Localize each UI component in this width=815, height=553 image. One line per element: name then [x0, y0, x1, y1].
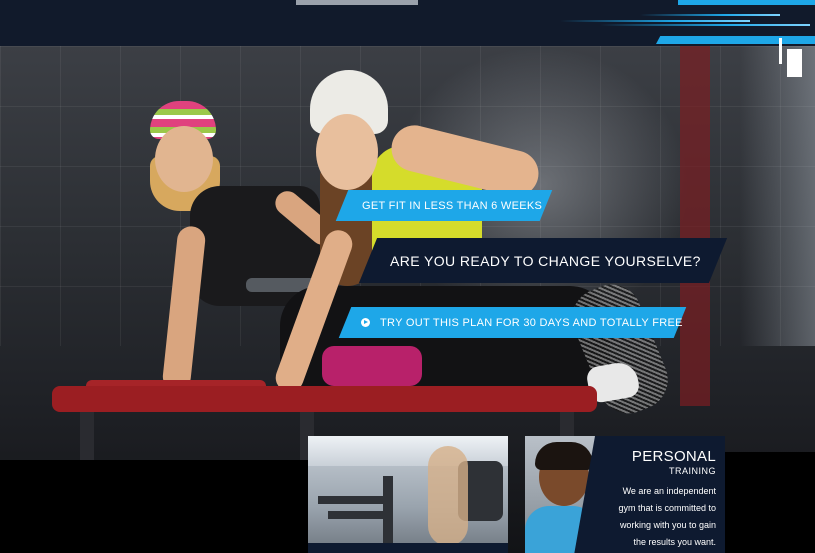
play-circle-icon [361, 318, 370, 327]
card-description-line: gym that is committed to [618, 503, 716, 513]
woman-left-leg [322, 346, 422, 386]
card-footer-bar [308, 543, 508, 553]
window-light-right [740, 46, 815, 346]
gym-machine [318, 496, 388, 504]
header-accent-stripe-lower [656, 36, 815, 44]
card-description-line: the results you want. [633, 537, 716, 547]
gym-facility-card[interactable] [308, 436, 508, 553]
slide-headline: ARE YOU READY TO CHANGE YOURSELVE? [390, 252, 701, 269]
gym-machine [383, 476, 393, 546]
card-description-line: We are an independent [622, 486, 716, 496]
slide-tagline-banner: GET FIT IN LESS THAN 6 WEEKS [335, 190, 553, 221]
scroll-indicator[interactable] [787, 49, 802, 77]
slide-cta-button[interactable]: TRY OUT THIS PLAN FOR 30 DAYS AND TOTALL… [338, 307, 687, 338]
header-nav-tab[interactable] [296, 0, 418, 5]
slide-headline-banner: ARE YOU READY TO CHANGE YOURSELVE? [358, 238, 728, 283]
gym-pillar [680, 46, 710, 406]
redacted-region [722, 452, 815, 553]
card-title: PERSONAL [631, 448, 716, 465]
site-header [0, 0, 815, 46]
woman-left-face [155, 126, 213, 192]
light-streak [640, 14, 780, 16]
personal-training-card[interactable]: PERSONAL TRAINING We are an independent … [525, 436, 725, 553]
header-accent-stripe [678, 0, 815, 5]
light-streak [600, 24, 810, 26]
card-description-line: working with you to gain [619, 520, 716, 530]
workout-bench [52, 386, 597, 412]
slide-tagline: GET FIT IN LESS THAN 6 WEEKS [362, 199, 543, 212]
light-streak [560, 20, 750, 22]
gym-machine [328, 511, 388, 519]
slide-cta-label: TRY OUT THIS PLAN FOR 30 DAYS AND TOTALL… [380, 316, 683, 329]
runner [428, 446, 468, 546]
redacted-region [0, 460, 310, 553]
scroll-indicator-line [779, 38, 782, 64]
card-subtitle: TRAINING [668, 466, 716, 476]
woman-right-face [316, 114, 378, 190]
